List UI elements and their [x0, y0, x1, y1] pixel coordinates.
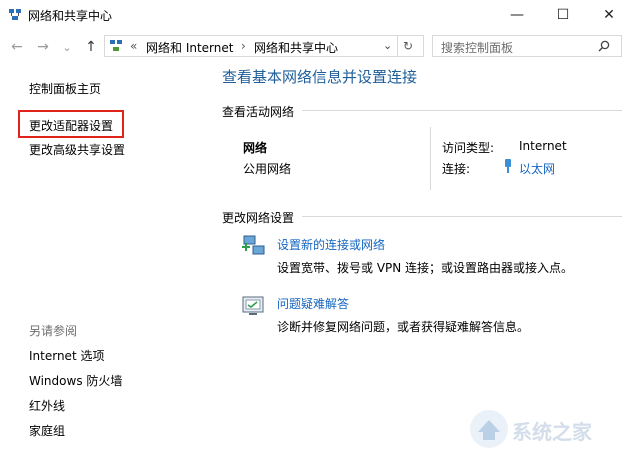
- troubleshoot-icon: [241, 294, 265, 318]
- connections-label: 连接:: [442, 160, 470, 177]
- troubleshoot-link[interactable]: 问题疑难解答: [277, 295, 349, 312]
- close-button[interactable]: ✕: [586, 0, 632, 30]
- control-panel-icon: [109, 39, 123, 53]
- see-also-homegroup[interactable]: 家庭组: [29, 422, 65, 439]
- maximize-button[interactable]: ☐: [540, 0, 586, 30]
- network-center-icon: [8, 8, 22, 22]
- up-button[interactable]: ↑: [82, 38, 100, 56]
- sidebar-item-control-panel-home[interactable]: 控制面板主页: [29, 80, 101, 97]
- breadcrumb-network-sharing-center[interactable]: 网络和共享中心: [254, 39, 338, 56]
- refresh-button[interactable]: ↻: [403, 39, 413, 53]
- network-info-divider: [430, 127, 431, 190]
- page-title: 查看基本网络信息并设置连接: [222, 66, 417, 87]
- minimize-button[interactable]: —: [494, 0, 540, 30]
- breadcrumb-network-internet[interactable]: 网络和 Internet: [146, 39, 233, 56]
- network-name: 网络: [243, 139, 267, 156]
- active-networks-title: 查看活动网络: [222, 103, 294, 120]
- breadcrumb-overflow[interactable]: «: [130, 39, 137, 53]
- watermark-logo: [468, 408, 510, 450]
- see-also-internet-options[interactable]: Internet 选项: [29, 347, 104, 364]
- address-divider: [397, 35, 398, 57]
- section-divider: [302, 110, 622, 111]
- access-type-label: 访问类型:: [442, 139, 494, 156]
- access-type-value: Internet: [519, 139, 567, 153]
- change-settings-title: 更改网络设置: [222, 209, 294, 226]
- forward-button[interactable]: →: [34, 38, 52, 56]
- network-type: 公用网络: [243, 160, 291, 177]
- setup-new-connection-desc: 设置宽带、拨号或 VPN 连接；或设置路由器或接入点。: [277, 259, 573, 276]
- watermark-text: 系统之家: [512, 416, 592, 445]
- recent-locations-button[interactable]: ⌄: [58, 38, 76, 56]
- search-icon[interactable]: [598, 40, 610, 52]
- section-divider: [302, 216, 622, 217]
- connection-ethernet-link[interactable]: 以太网: [519, 160, 555, 177]
- sidebar-item-change-advanced-sharing[interactable]: 更改高级共享设置: [29, 141, 125, 158]
- see-also-windows-firewall[interactable]: Windows 防火墙: [29, 372, 122, 389]
- search-placeholder[interactable]: 搜索控制面板: [441, 39, 513, 56]
- sidebar-item-change-adapter-settings[interactable]: 更改适配器设置: [29, 117, 113, 134]
- troubleshoot-desc: 诊断并修复网络问题，或者获得疑难解答信息。: [277, 318, 529, 335]
- see-also-label: 另请参阅: [29, 322, 77, 339]
- back-button[interactable]: ←: [8, 38, 26, 56]
- setup-new-connection-link[interactable]: 设置新的连接或网络: [277, 236, 385, 253]
- window-title: 网络和共享中心: [28, 7, 112, 24]
- breadcrumb-separator[interactable]: ›: [241, 39, 246, 53]
- see-also-infrared[interactable]: 红外线: [29, 397, 65, 414]
- new-connection-icon: [241, 234, 267, 258]
- ethernet-icon[interactable]: [503, 158, 513, 174]
- address-dropdown-button[interactable]: ⌄: [383, 39, 392, 52]
